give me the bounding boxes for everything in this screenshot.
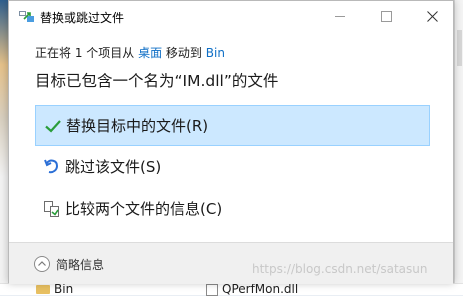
minimize-button[interactable] xyxy=(317,1,363,32)
minimize-icon xyxy=(335,16,345,17)
chevron-up-icon xyxy=(34,256,50,272)
compare-icon xyxy=(44,200,59,217)
window-title: 替换或跳过文件 xyxy=(40,11,125,25)
replace-or-skip-dialog: 替换或跳过文件 正在将 1 个项目从 桌面 移动到 Bin 目标已包含一个名为“… xyxy=(8,0,454,284)
move-files-icon xyxy=(19,11,34,22)
transfer-prefix: 正在将 1 个项目从 xyxy=(35,46,139,60)
folder-icon xyxy=(36,285,50,294)
destination-folder-link[interactable]: Bin xyxy=(206,46,225,60)
maximize-button[interactable] xyxy=(363,1,409,32)
skip-icon xyxy=(44,159,59,173)
transfer-middle: 移动到 xyxy=(162,46,206,60)
conflict-heading: 目标已包含一个名为“IM.dll”的文件 xyxy=(35,72,279,90)
compare-files-label: 比较两个文件的信息(C) xyxy=(65,200,223,218)
file-icon xyxy=(206,284,218,296)
fewer-details-label: 简略信息 xyxy=(56,257,105,272)
skip-file-option[interactable]: 跳过该文件(S) xyxy=(35,146,430,187)
background-scrollbar xyxy=(457,30,462,66)
close-icon xyxy=(426,11,438,22)
replace-file-label: 替换目标中的文件(R) xyxy=(66,117,209,135)
fewer-details-button[interactable]: 简略信息 xyxy=(34,254,104,274)
transfer-description: 正在将 1 个项目从 桌面 移动到 Bin xyxy=(35,44,225,61)
compare-files-option[interactable]: 比较两个文件的信息(C) xyxy=(35,188,430,229)
watermark-text: https://blog.csdn.net/satasun xyxy=(252,262,428,276)
skip-file-label: 跳过该文件(S) xyxy=(65,158,162,176)
checkmark-icon xyxy=(45,119,61,133)
maximize-icon xyxy=(380,11,392,22)
source-folder-link[interactable]: 桌面 xyxy=(138,46,162,60)
background-desktop-left xyxy=(0,0,8,294)
title-bar[interactable]: 替换或跳过文件 xyxy=(9,1,453,32)
replace-file-option[interactable]: 替换目标中的文件(R) xyxy=(35,105,430,146)
close-button[interactable] xyxy=(409,1,455,32)
